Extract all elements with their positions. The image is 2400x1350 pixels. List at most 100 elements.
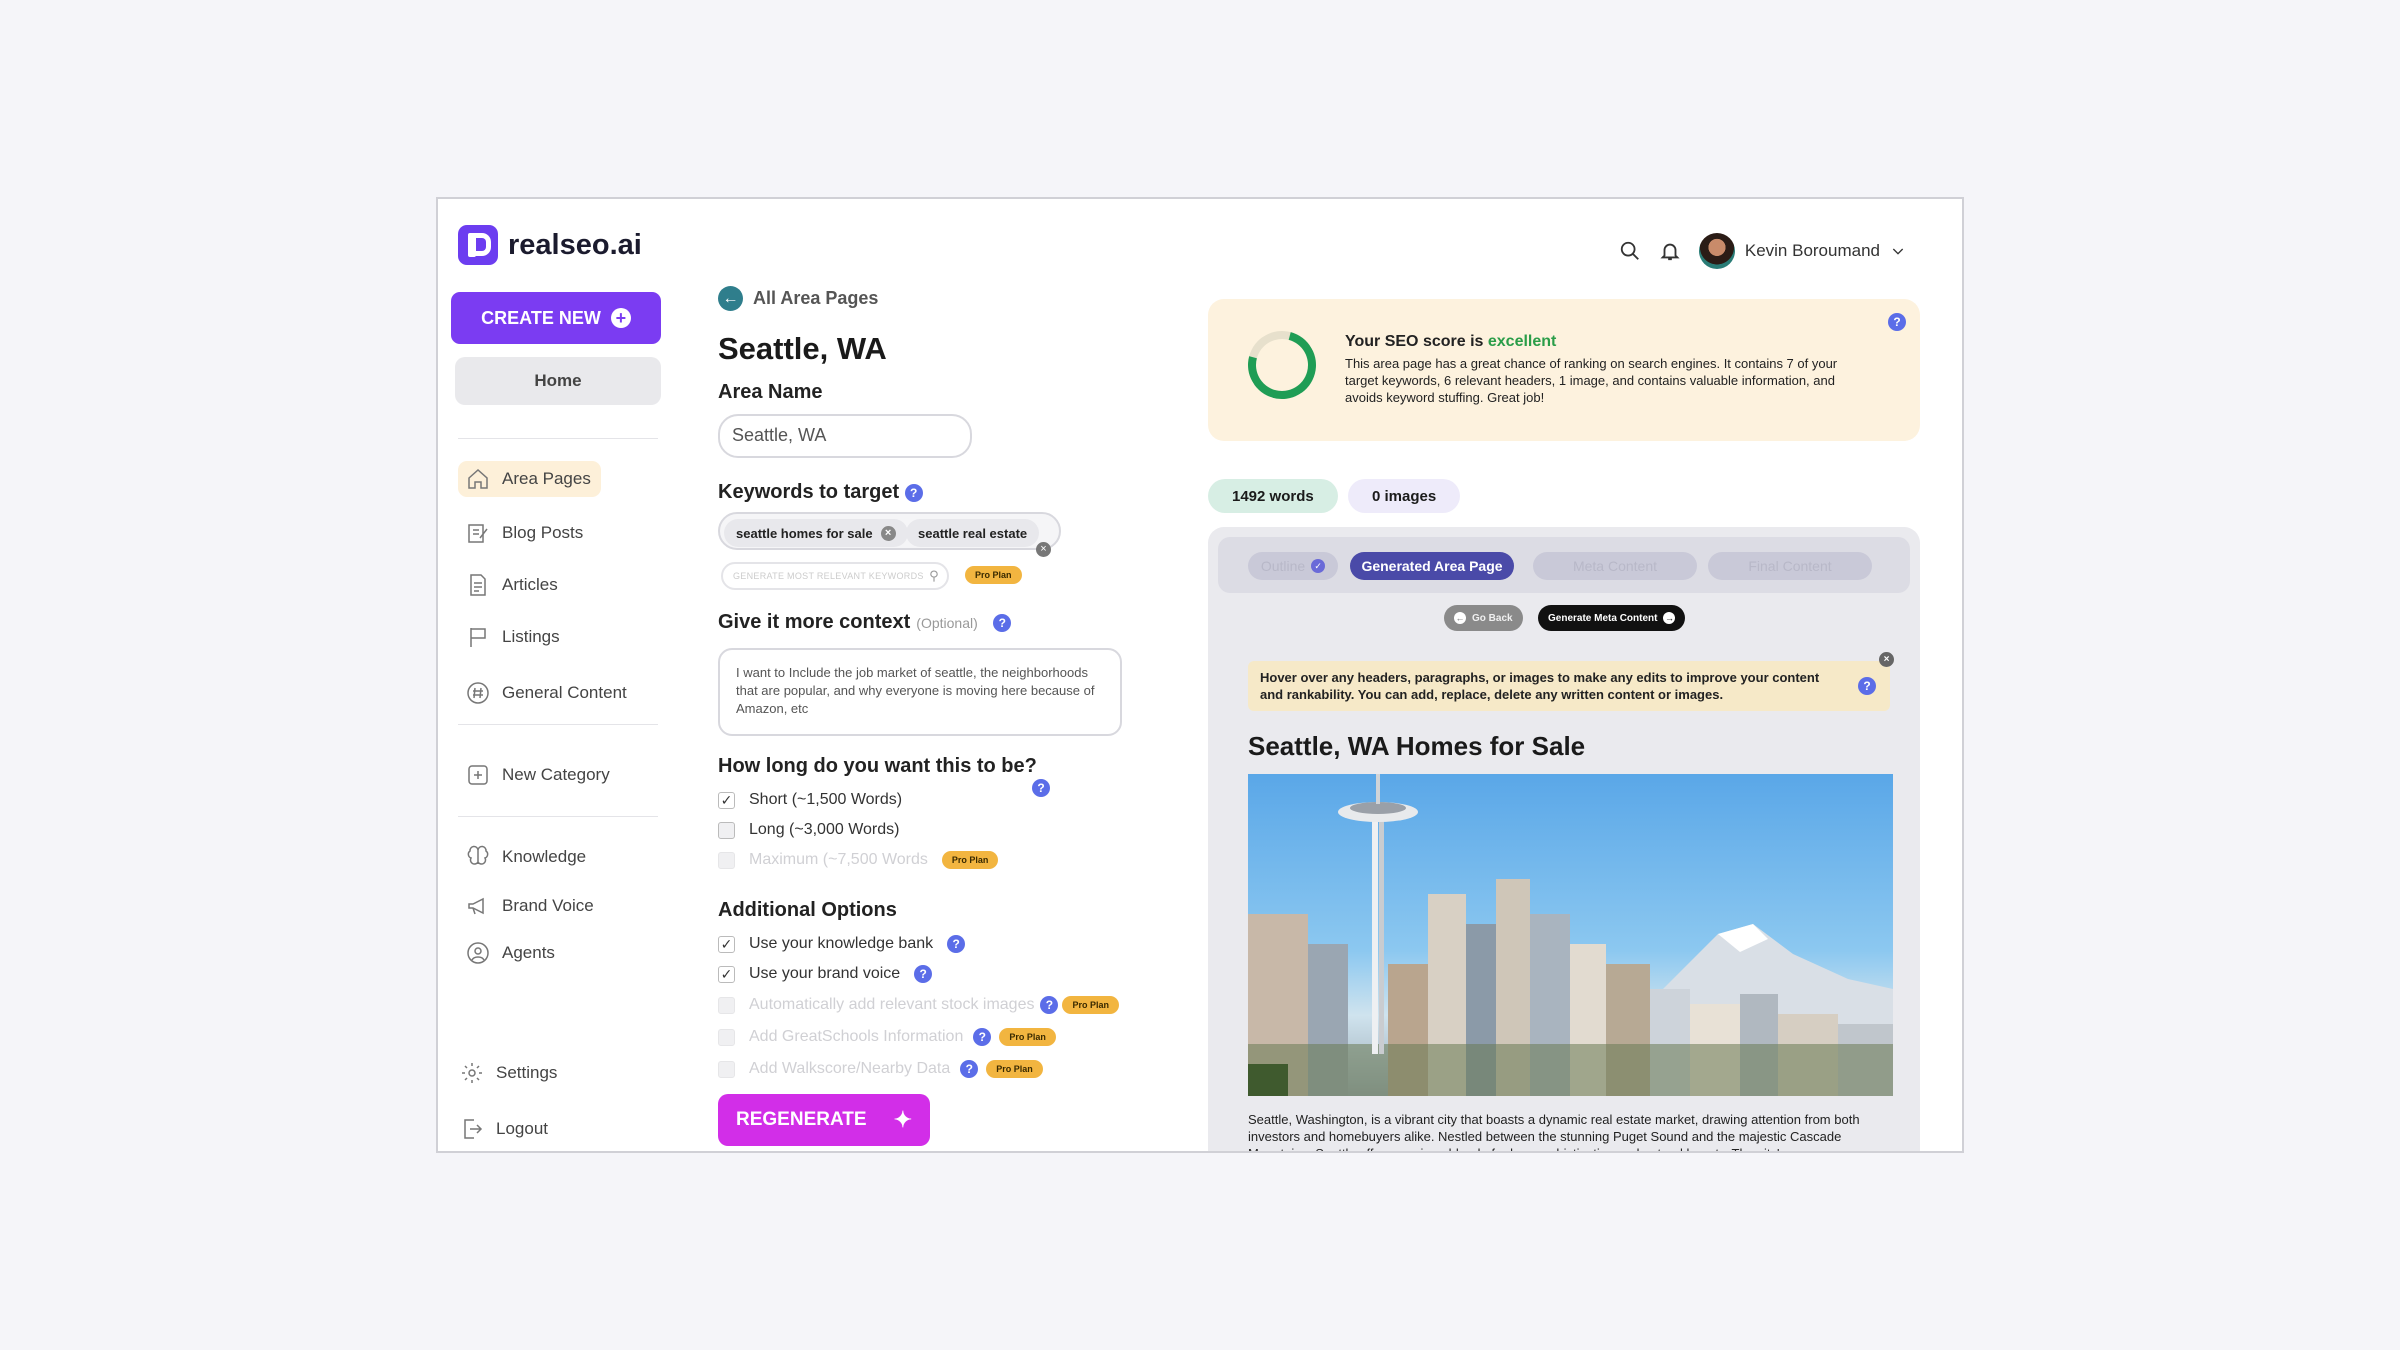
page-title: Seattle, WA: [718, 331, 887, 366]
length-option-maximum: Maximum (~7,500 Words Pro Plan: [718, 851, 999, 869]
back-link[interactable]: ← All Area Pages: [718, 286, 878, 311]
keywords-label: Keywords to target ?: [718, 481, 923, 504]
chevron-down-icon: [1892, 248, 1904, 255]
sidebar-item-label: General Content: [502, 683, 627, 702]
help-icon[interactable]: ?: [1040, 996, 1059, 1014]
generate-meta-button[interactable]: Generate Meta Content →: [1538, 605, 1686, 631]
help-icon[interactable]: ?: [904, 483, 923, 502]
step-tabs: Outline ✓ Generated Area Page Meta Conte…: [1218, 537, 1910, 593]
sidebar-item-listings[interactable]: Listings: [458, 619, 570, 655]
option-label: Add GreatSchools Information: [749, 1028, 964, 1045]
area-name-label: Area Name: [718, 381, 823, 403]
tab-meta-content[interactable]: Meta Content: [1533, 552, 1697, 580]
checkbox: [718, 1060, 735, 1078]
pro-plan-badge: Pro Plan: [986, 1060, 1043, 1078]
help-icon[interactable]: ?: [1888, 313, 1906, 331]
help-icon[interactable]: ?: [947, 935, 966, 953]
help-icon[interactable]: ?: [960, 1060, 979, 1078]
user-menu[interactable]: Kevin Boroumand: [1698, 233, 1906, 269]
help-icon[interactable]: ?: [1858, 677, 1876, 695]
sidebar-item-knowledge[interactable]: Knowledge: [458, 839, 596, 875]
search-icon[interactable]: [1619, 240, 1641, 262]
avatar: [1698, 233, 1735, 269]
sidebar-item-articles[interactable]: Articles: [458, 567, 568, 603]
sidebar-item-blog-posts[interactable]: Blog Posts: [458, 515, 593, 551]
sidebar-item-area-pages[interactable]: Area Pages: [458, 461, 601, 497]
sidebar-item-general-content[interactable]: General Content: [458, 675, 637, 711]
settings-label: Settings: [496, 1063, 558, 1082]
option-brand-voice[interactable]: ✓ Use your brand voice ?: [718, 965, 933, 983]
close-icon[interactable]: ×: [1879, 652, 1894, 667]
sidebar-item-agents[interactable]: Agents: [458, 935, 565, 971]
app-window: realseo.ai CREATE NEW + Home Area Pages …: [436, 197, 1964, 1153]
length-option-short[interactable]: ✓ Short (~1,500 Words): [718, 791, 902, 809]
checkbox[interactable]: [718, 821, 735, 839]
article-image[interactable]: [1248, 774, 1893, 1096]
context-label-text: Give it more context: [718, 611, 911, 633]
word-count-badge: 1492 words: [1208, 479, 1338, 513]
tab-label: Outline: [1260, 558, 1306, 574]
option-label: Long (~3,000 Words): [749, 821, 900, 838]
create-new-label: CREATE NEW: [481, 307, 601, 328]
generate-keywords-button[interactable]: GENERATE MOST RELEVANT KEYWORDS ⚲: [721, 562, 949, 590]
go-back-button[interactable]: ← Go Back: [1444, 605, 1523, 631]
edit-hint-banner: Hover over any headers, paragraphs, or i…: [1248, 652, 1894, 711]
sidebar-item-label: Knowledge: [502, 847, 587, 866]
length-option-long[interactable]: Long (~3,000 Words): [718, 821, 899, 839]
brand-logo[interactable]: realseo.ai: [458, 225, 642, 265]
pro-plan-badge: Pro Plan: [941, 851, 999, 869]
plus-icon: +: [610, 308, 631, 328]
brand-name: realseo.ai: [508, 228, 642, 261]
tab-generated-area-page[interactable]: Generated Area Page: [1350, 552, 1514, 580]
keyword-chip[interactable]: seattle homes for sale ×: [724, 519, 908, 547]
keywords-input[interactable]: seattle homes for sale × seattle real es…: [718, 512, 1061, 557]
option-knowledge-bank[interactable]: ✓ Use your knowledge bank ?: [718, 935, 966, 953]
option-label: Use your knowledge bank: [749, 935, 934, 952]
tab-final-content[interactable]: Final Content: [1708, 552, 1872, 580]
help-icon[interactable]: ?: [993, 613, 1012, 632]
tab-outline[interactable]: Outline ✓: [1248, 552, 1338, 580]
article-body[interactable]: Seattle, Washington, is a vibrant city t…: [1248, 1111, 1888, 1151]
bell-icon[interactable]: [1659, 240, 1681, 262]
checkbox[interactable]: ✓: [718, 965, 735, 983]
home-icon: [468, 468, 488, 489]
sidebar-item-label: Agents: [502, 943, 555, 962]
divider: [458, 724, 658, 725]
arrow-left-icon: ←: [1454, 612, 1466, 624]
help-icon[interactable]: ?: [1032, 779, 1050, 797]
checkbox[interactable]: ✓: [718, 791, 735, 809]
article-title[interactable]: Seattle, WA Homes for Sale: [1248, 731, 1585, 762]
remove-icon[interactable]: ×: [880, 525, 896, 541]
pro-plan-badge: Pro Plan: [965, 566, 1022, 584]
help-icon[interactable]: ?: [914, 965, 933, 983]
sidebar-item-label: Listings: [502, 627, 560, 646]
clear-keywords-icon[interactable]: ×: [1036, 542, 1051, 557]
sidebar-item-new-category[interactable]: New Category: [458, 757, 620, 793]
back-label: All Area Pages: [753, 288, 879, 308]
logout-link[interactable]: Logout: [452, 1111, 558, 1147]
go-back-label: Go Back: [1472, 612, 1513, 624]
image-count-badge: 0 images: [1348, 479, 1461, 513]
keyword-chip[interactable]: seattle real estate: [906, 519, 1040, 547]
arrow-left-icon: ←: [718, 286, 743, 311]
seo-score-word: excellent: [1487, 333, 1557, 350]
area-name-input[interactable]: Seattle, WA: [718, 414, 972, 458]
tab-label: Generated Area Page: [1361, 558, 1503, 574]
create-new-button[interactable]: CREATE NEW +: [451, 292, 661, 344]
home-button[interactable]: Home: [455, 357, 661, 405]
hash-icon: [467, 682, 489, 704]
checkbox: [718, 996, 735, 1014]
checkbox[interactable]: ✓: [718, 935, 735, 953]
sidebar-item-label: Blog Posts: [502, 523, 584, 542]
generate-meta-label: Generate Meta Content: [1548, 612, 1658, 624]
settings-link[interactable]: Settings: [452, 1055, 567, 1091]
user-name: Kevin Boroumand: [1744, 241, 1880, 260]
regenerate-button[interactable]: REGENERATE ✦: [718, 1094, 930, 1146]
context-textarea[interactable]: I want to Include the job market of seat…: [718, 648, 1122, 736]
help-icon[interactable]: ?: [973, 1028, 992, 1046]
option-greatschools: Add GreatSchools Information ? Pro Plan: [718, 1028, 1056, 1046]
sidebar-item-brand-voice[interactable]: Brand Voice: [458, 888, 604, 924]
home-label: Home: [534, 371, 582, 390]
tab-label: Meta Content: [1572, 558, 1658, 574]
edit-icon: [468, 524, 488, 543]
